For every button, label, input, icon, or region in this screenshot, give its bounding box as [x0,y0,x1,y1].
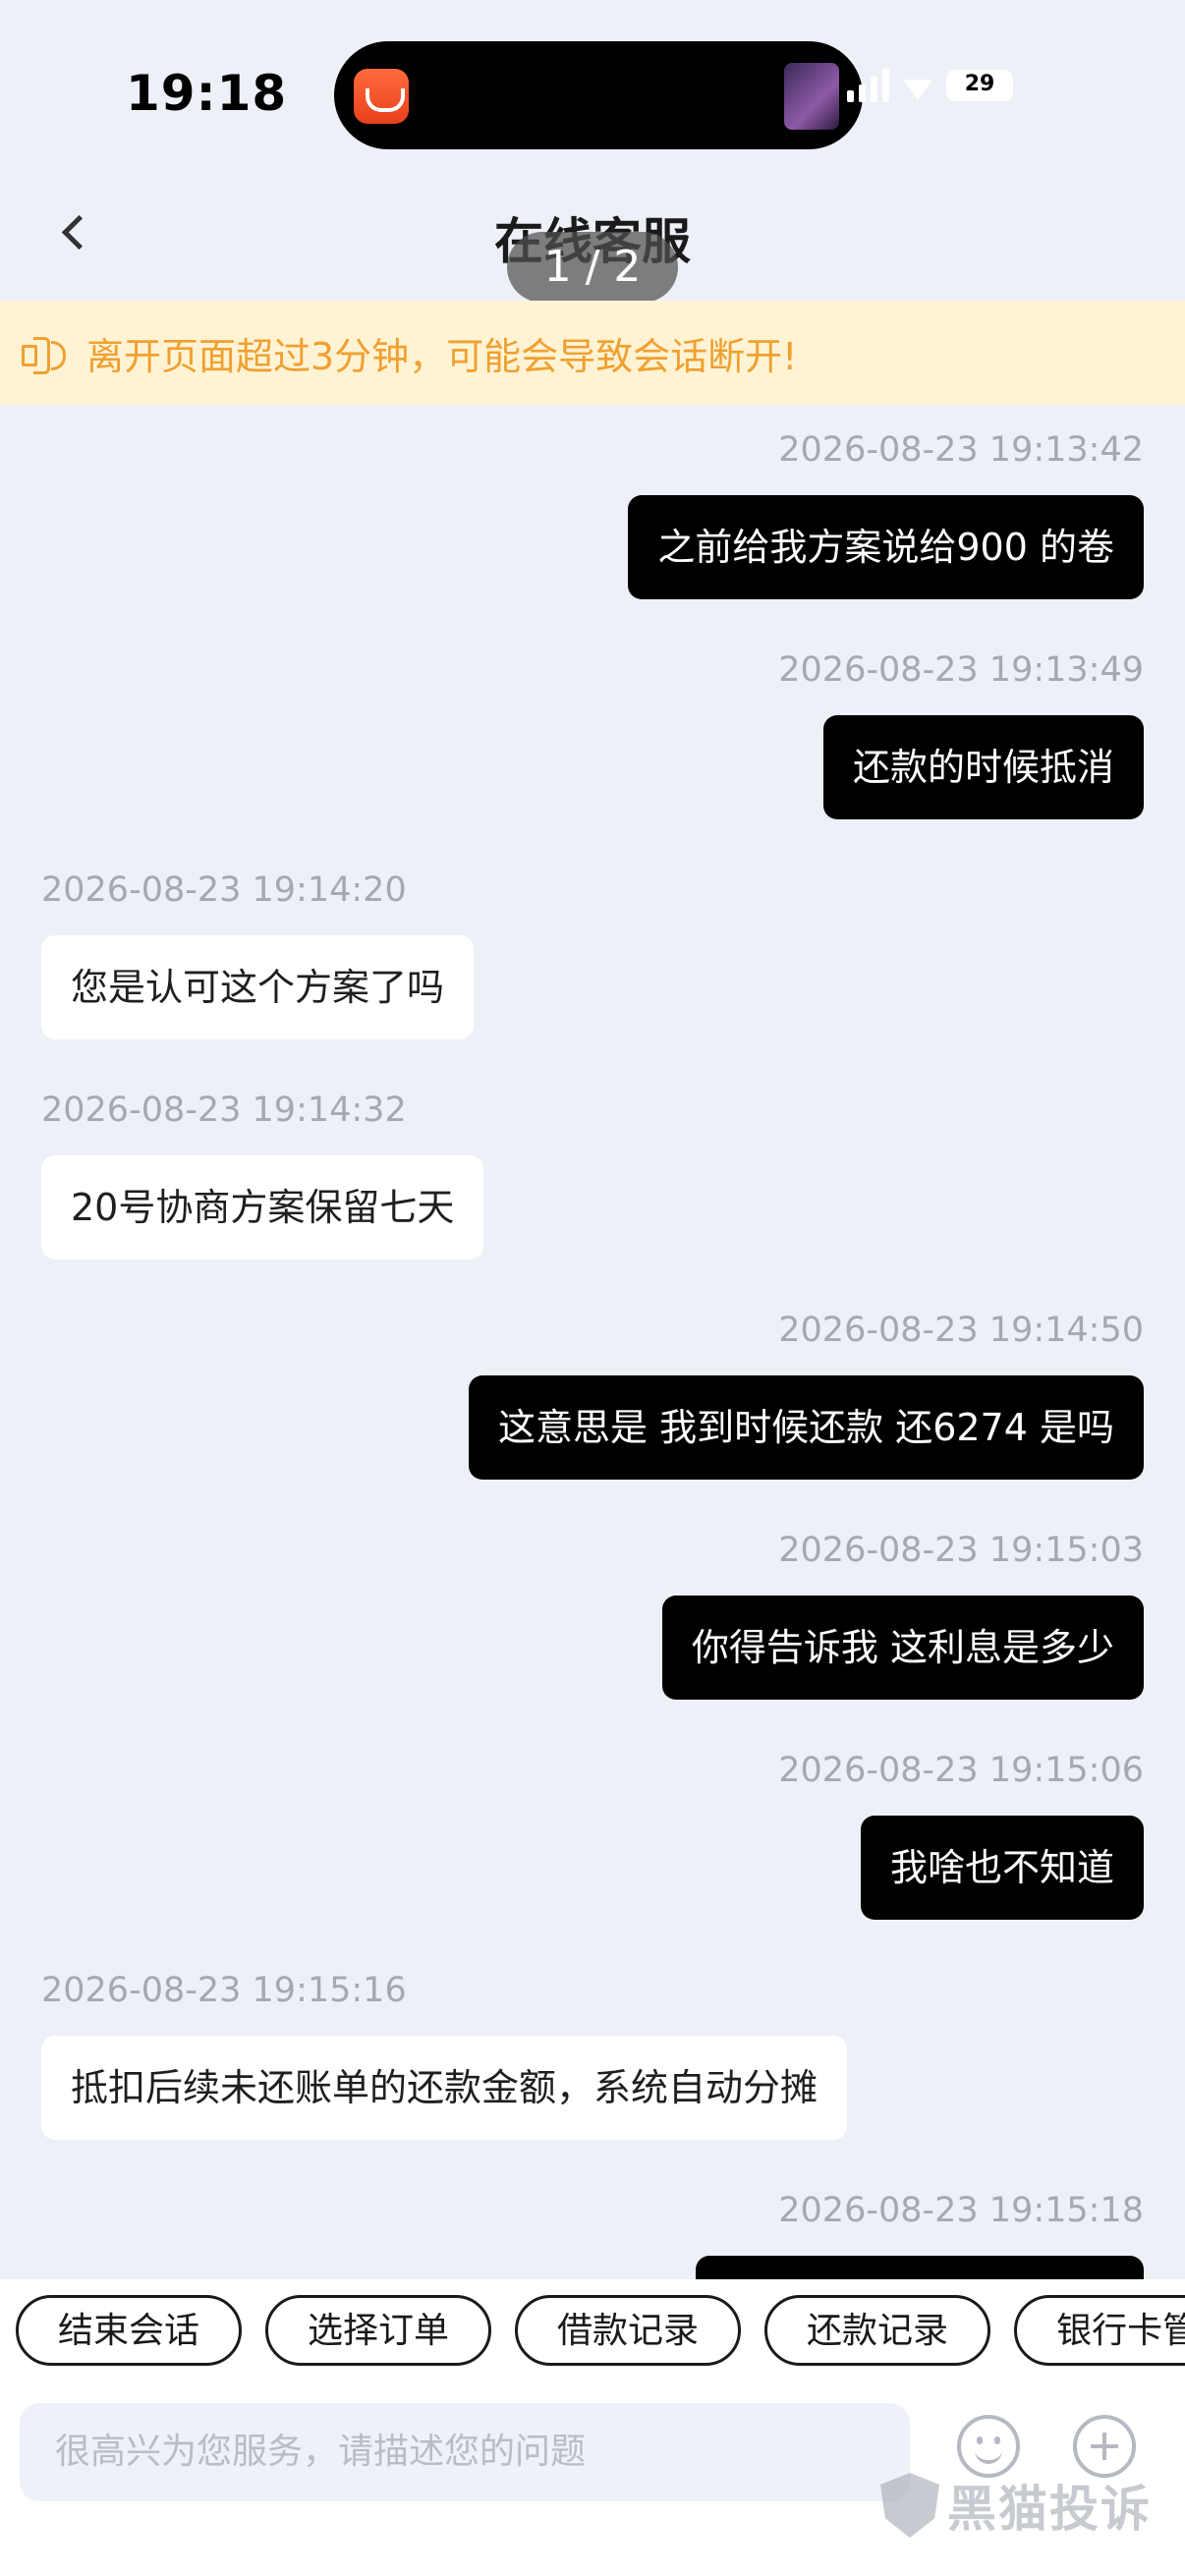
chat-screen: 19:18 29 在线客服 1 / 2 离开页面超过3分钟，可能会导致会话断开!… [0,0,1185,2576]
message-bubble-outgoing[interactable]: 这意思是 我到时候还款 还6274 是吗 [469,1375,1144,1480]
message-timestamp: 2026-08-23 19:14:20 [41,870,407,910]
media-cover-icon [784,63,839,130]
loan-records-chip[interactable]: 借款记录 [515,2295,742,2366]
message-timestamp: 2026-08-23 19:15:16 [41,1971,407,2010]
message-timestamp: 2026-08-23 19:13:49 [778,650,1144,690]
notice-banner: 离开页面超过3分钟，可能会导致会话断开! [0,301,1185,405]
message-timestamp: 2026-08-23 19:14:50 [778,1311,1144,1350]
notice-text: 离开页面超过3分钟，可能会导致会话断开! [86,334,798,378]
app-icon [354,69,409,124]
message-bubble-outgoing[interactable]: 你得告诉我 这利息是多少 [661,1596,1144,1700]
message-timestamp: 2026-08-23 19:15:03 [778,1531,1144,1570]
battery-icon: 29 [946,70,1013,101]
message-timestamp: 2026-08-23 19:14:32 [41,1091,407,1130]
watermark-text: 黑猫投诉 [947,2481,1152,2538]
plus-icon[interactable] [1073,2415,1136,2478]
message-bubble-incoming[interactable]: 您是认可这个方案了吗 [41,935,475,1039]
page-indicator: 1 / 2 [507,232,678,303]
message-bubble-incoming[interactable]: 抵扣后续未还账单的还款金额，系统自动分摊 [41,2036,848,2140]
message-bubble-outgoing[interactable]: 还款的时候抵消 [822,715,1144,819]
emoji-icon[interactable] [957,2415,1020,2478]
select-order-chip[interactable]: 选择订单 [265,2295,492,2366]
watermark-logo-icon [880,2473,939,2538]
quick-action-bar: 结束会话 选择订单 借款记录 还款记录 银行卡管 [16,2295,1185,2366]
status-time: 19:18 [126,65,288,122]
battery-level: 29 [964,72,995,96]
message-timestamp: 2026-08-23 19:15:18 [778,2191,1144,2230]
bank-card-chip[interactable]: 银行卡管 [1014,2295,1185,2366]
signal-icon [847,69,889,102]
watermark: 黑猫投诉 [880,2470,1152,2541]
message-bubble-incoming[interactable]: 20号协商方案保留七天 [41,1155,484,1260]
end-session-chip[interactable]: 结束会话 [16,2295,243,2366]
speaker-icon [22,333,66,374]
message-input[interactable]: 很高兴为您服务，请描述您的问题 [20,2403,910,2501]
status-indicators: 29 [847,69,1013,102]
message-timestamp: 2026-08-23 19:15:06 [778,1751,1144,1790]
dynamic-island [334,41,863,149]
repayment-records-chip[interactable]: 还款记录 [764,2295,991,2366]
wifi-icon [903,80,932,100]
message-bubble-outgoing[interactable]: 之前给我方案说给900 的卷 [628,495,1144,599]
message-timestamp: 2026-08-23 19:13:42 [778,430,1144,470]
message-bubble-outgoing[interactable]: 我啥也不知道 [860,1816,1144,1920]
